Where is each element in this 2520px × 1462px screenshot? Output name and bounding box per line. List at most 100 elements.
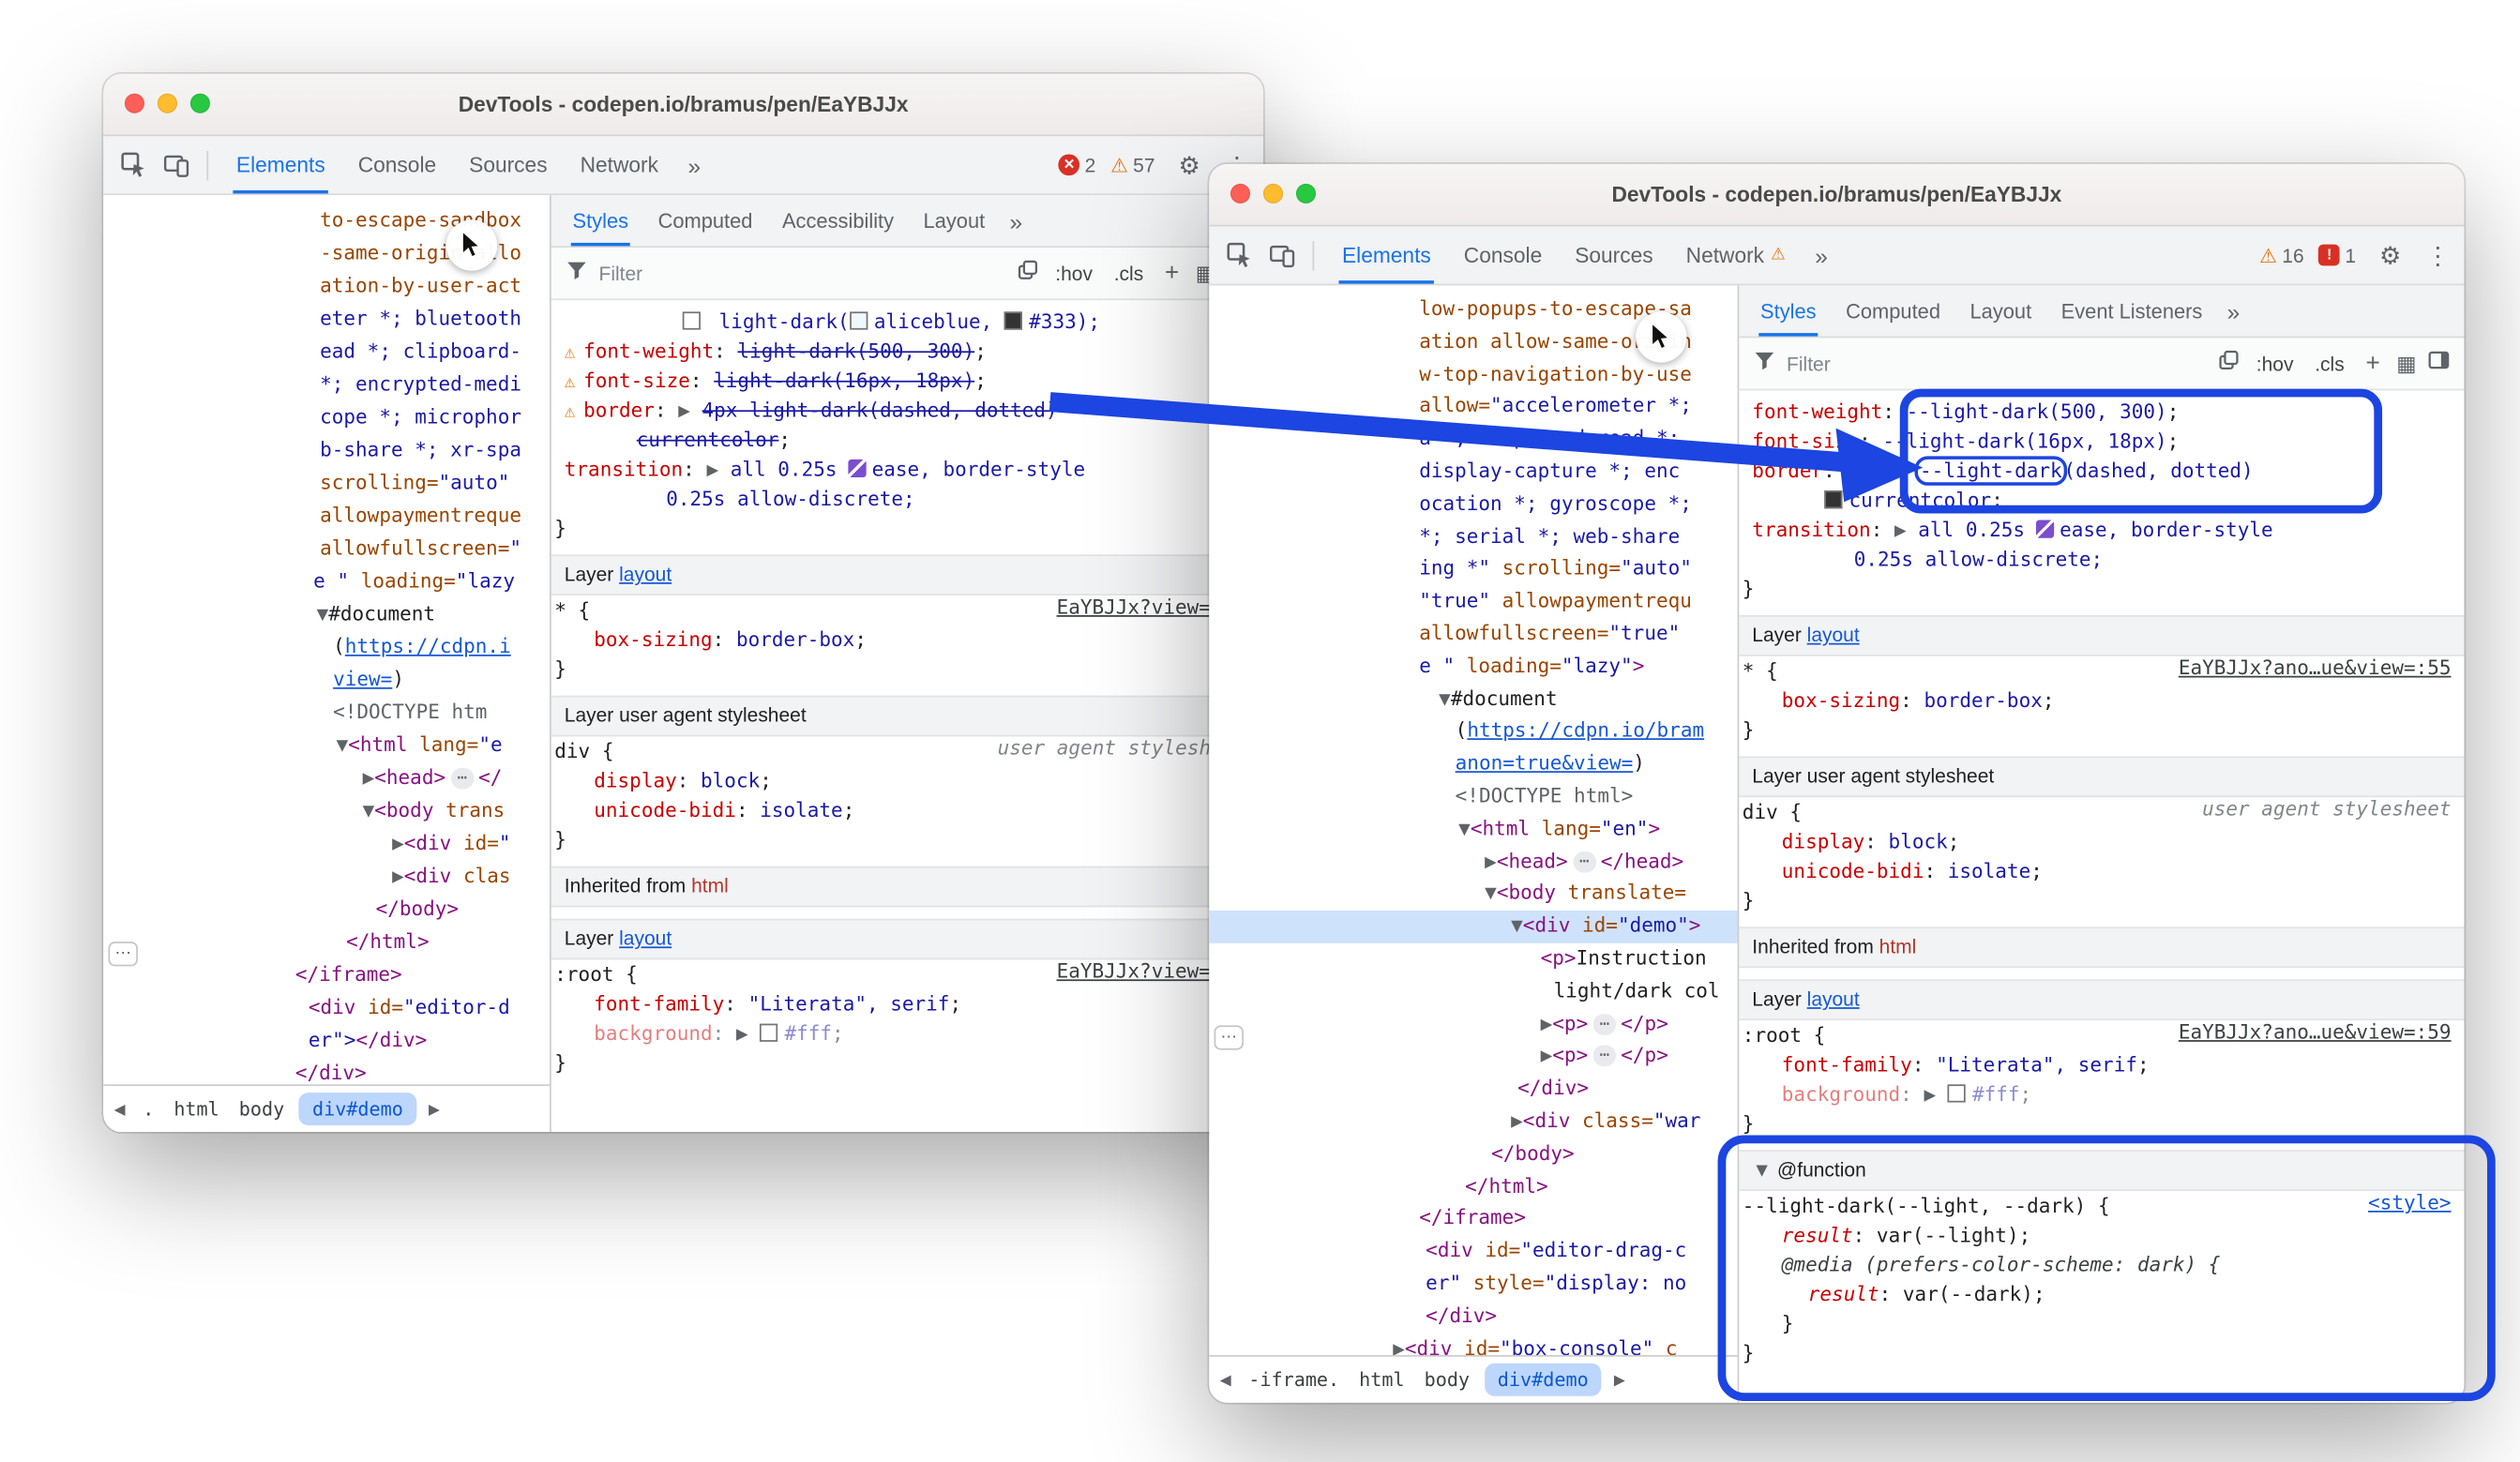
style-declaration-line[interactable]: font-size: --light-dark(16px, 18px);: [1739, 427, 2464, 456]
sidebar-tab-event-listeners[interactable]: Event Listeners: [2046, 285, 2217, 336]
dom-tree-row[interactable]: ocation *; gyroscope *;: [1209, 489, 1737, 521]
filter-input[interactable]: Filter: [599, 262, 643, 284]
dom-tree-row[interactable]: </iframe>: [103, 958, 550, 991]
console-warnings-badge[interactable]: ⚠ 16: [2259, 244, 2303, 266]
panel-tab-elements[interactable]: Elements: [219, 136, 341, 193]
more-tabs-chevron[interactable]: »: [1805, 242, 1838, 268]
dom-tree-row[interactable]: ▼<html lang="en">: [1209, 813, 1737, 846]
dom-tree-row[interactable]: ▶<div class="war: [1209, 1106, 1737, 1138]
breadcrumb-item-div-demo[interactable]: div#demo: [1485, 1364, 1602, 1396]
sidebar-tab-layout[interactable]: Layout: [1955, 285, 2046, 336]
easing-icon[interactable]: [849, 460, 867, 477]
style-declaration-line[interactable]: div {user agent stylesheet: [1739, 797, 2464, 826]
breadcrumb-item-html[interactable]: html: [164, 1097, 229, 1120]
titlebar[interactable]: DevTools - codepen.io/bramus/pen/EaYBJJx: [1209, 164, 2464, 226]
style-declaration-line[interactable]: font-family: "Literata", serif;: [1739, 1050, 2464, 1079]
dom-tree-row[interactable]: er"></div>: [103, 1024, 550, 1057]
class-toggle[interactable]: .cls: [2310, 349, 2349, 378]
dom-tree-row[interactable]: "true" allowpaymentrequ: [1209, 586, 1737, 619]
dom-tree-row[interactable]: </html>: [103, 926, 550, 958]
dock-side-icon[interactable]: [2428, 349, 2450, 378]
style-declaration-line[interactable]: font-family: "Literata", serif;: [551, 989, 1263, 1018]
zoom-button[interactable]: [1296, 184, 1316, 203]
panel-tab-console[interactable]: Console: [1447, 226, 1558, 283]
grid-icon[interactable]: ▦: [2396, 350, 2417, 376]
style-declaration-line[interactable]: font-weight: --light-dark(500, 300);: [1739, 397, 2464, 426]
dom-tree-row[interactable]: *; encrypted-medi: [103, 368, 550, 400]
panel-tab-network[interactable]: Network: [564, 136, 674, 193]
dom-tree-row[interactable]: ▼<div id="demo">: [1209, 911, 1737, 943]
sidebar-tab-computed[interactable]: Computed: [643, 195, 767, 246]
console-errors-badge[interactable]: ✕ 2: [1059, 154, 1096, 176]
device-toolbar-icon[interactable]: [156, 145, 195, 185]
dom-tree-row[interactable]: ▼#document: [103, 597, 550, 630]
style-declaration-line[interactable]: display: block;: [1739, 827, 2464, 856]
dom-tree-row[interactable]: ation allow-same-origin: [1209, 326, 1737, 359]
stylesheet-source-link[interactable]: EaYBJJx?view=: [1057, 595, 1211, 618]
expand-inline-button[interactable]: ⋯: [450, 768, 474, 790]
pseudo-state-toggle[interactable]: :hov: [2252, 349, 2299, 378]
expand-inline-button[interactable]: ⋯: [1573, 851, 1596, 872]
style-declaration-line[interactable]: --light-dark(--light, --dark) {<style>: [1739, 1191, 2464, 1220]
more-tabs-chevron[interactable]: »: [1000, 207, 1033, 234]
inspect-icon[interactable]: [1219, 235, 1259, 275]
dom-tree-row[interactable]: e " loading="lazy">: [1209, 651, 1737, 684]
panel-tab-sources[interactable]: Sources: [1559, 226, 1669, 283]
style-declaration-line[interactable]: * {EaYBJJx?view=: [551, 595, 1263, 625]
dom-tree-row[interactable]: allowfullscreen="true": [1209, 618, 1737, 651]
breadcrumb-item--iframe-[interactable]: -iframe.: [1239, 1368, 1350, 1391]
breadcrumb-item--[interactable]: .: [133, 1097, 164, 1120]
dom-tree-row[interactable]: </body>: [1209, 1138, 1737, 1171]
console-warnings-badge[interactable]: ⚠ 57: [1110, 154, 1154, 176]
issues-badge[interactable]: ! 1: [2318, 244, 2356, 266]
dom-tree-row[interactable]: ▼<html lang="e: [103, 729, 550, 761]
minimize-button[interactable]: [158, 94, 177, 113]
sidebar-tab-styles[interactable]: Styles: [1745, 285, 1831, 336]
dom-tree-row[interactable]: display-capture *; enc: [1209, 456, 1737, 489]
class-toggle[interactable]: .cls: [1109, 259, 1148, 288]
dom-tree-row[interactable]: ▶<div id="box-console" c: [1209, 1333, 1737, 1355]
sidebar-tab-styles[interactable]: Styles: [558, 195, 643, 246]
panel-tab-network[interactable]: Network⚠: [1669, 226, 1802, 283]
stylesheet-source-link[interactable]: EaYBJJx?view=: [1057, 959, 1211, 982]
device-toolbar-icon[interactable]: [1261, 235, 1301, 275]
dom-tree-row[interactable]: low-popups-to-escape-sa: [1209, 294, 1737, 326]
hidden-elements-button[interactable]: ⋯: [108, 942, 137, 966]
dom-tree-row[interactable]: view=): [103, 663, 550, 696]
style-declaration-line[interactable]: * {EaYBJJx?ano…ue&view=:55: [1739, 656, 2464, 686]
sidebar-tab-layout[interactable]: Layout: [909, 195, 1000, 246]
style-declaration-line[interactable]: unicode-bidi: isolate;: [1739, 856, 2464, 885]
stylesheet-source-link[interactable]: EaYBJJx?ano…ue&view=:59: [2179, 1020, 2452, 1043]
dom-tree-row[interactable]: b-share *; xr-spa: [103, 433, 550, 466]
more-tabs-chevron[interactable]: »: [2217, 298, 2250, 324]
dom-tree-row[interactable]: </div>: [103, 1057, 550, 1085]
titlebar[interactable]: DevTools - codepen.io/bramus/pen/EaYBJJx: [103, 74, 1263, 136]
filter-input[interactable]: Filter: [1787, 352, 1831, 374]
layers-icon[interactable]: [2219, 349, 2241, 378]
style-declaration-line[interactable]: background: ▶ #fff;: [1739, 1079, 2464, 1108]
breadcrumb-item-html[interactable]: html: [1350, 1368, 1414, 1391]
style-declaration-line[interactable]: ⚠font-weight: light-dark(500, 300);: [551, 337, 1263, 366]
close-button[interactable]: [1230, 184, 1250, 203]
dom-tree-row[interactable]: ▶<div clas: [103, 860, 550, 893]
settings-gear-icon[interactable]: ⚙: [1169, 145, 1209, 185]
hidden-elements-button[interactable]: ⋯: [1215, 1025, 1244, 1049]
style-declaration-line[interactable]: ⚠font-size: light-dark(16px, 18px);: [551, 366, 1263, 395]
style-declaration-line[interactable]: }: [1739, 1309, 2464, 1338]
style-declaration-line[interactable]: }: [551, 1048, 1263, 1078]
dom-tree-row[interactable]: -same-origin allo: [103, 236, 550, 269]
panel-tab-sources[interactable]: Sources: [453, 136, 564, 193]
style-declaration-line[interactable]: }: [1739, 574, 2464, 603]
style-declaration-line[interactable]: }: [1739, 716, 2464, 745]
dom-tree-row[interactable]: ▼#document: [1209, 684, 1737, 716]
breadcrumb-back-icon[interactable]: ◀: [107, 1100, 133, 1118]
dom-tree-row[interactable]: </iframe>: [1209, 1203, 1737, 1236]
style-declaration-line[interactable]: border: ▶ 4px --light-dark(dashed, dotte…: [1739, 456, 2464, 485]
dom-tree-row[interactable]: </html>: [1209, 1170, 1737, 1203]
style-declaration-line[interactable]: display: block;: [551, 766, 1263, 795]
dom-tree-row[interactable]: ▼<body trans: [103, 794, 550, 827]
dom-tree-row[interactable]: a *; clipboard-read *;: [1209, 424, 1737, 457]
dom-tree-row[interactable]: ▶<head>⋯</head>: [1209, 846, 1737, 879]
style-declaration-line[interactable]: 0.25s allow-discrete;: [1739, 545, 2464, 574]
dom-tree-row[interactable]: to-escape-sandbox: [103, 203, 550, 236]
